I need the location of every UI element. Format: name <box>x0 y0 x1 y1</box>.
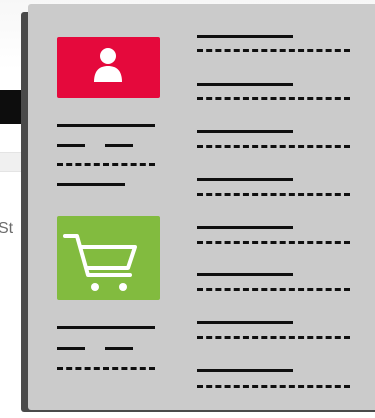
text-line <box>197 321 293 324</box>
text-line <box>197 369 293 372</box>
text-line <box>105 144 133 147</box>
text-line <box>57 347 85 350</box>
screenshot-stage: St <box>0 0 375 418</box>
text-line <box>197 178 293 181</box>
dashed-line <box>57 367 155 370</box>
shopping-cart-icon <box>63 234 137 291</box>
text-line <box>57 183 125 186</box>
dashed-line <box>197 49 350 52</box>
text-line <box>197 273 293 276</box>
text-line <box>105 347 133 350</box>
dashed-line <box>197 193 350 196</box>
background-partial-text: St <box>0 220 14 237</box>
dashed-line <box>197 385 350 388</box>
dashed-line <box>197 288 350 291</box>
text-line <box>197 35 293 38</box>
text-line <box>57 326 155 329</box>
dashed-line <box>57 163 155 166</box>
dashed-line <box>197 97 350 100</box>
text-line <box>57 144 85 147</box>
cart-tile <box>57 216 160 300</box>
text-line <box>197 130 293 133</box>
user-icon <box>94 48 122 82</box>
text-line <box>197 226 293 229</box>
text-line <box>197 83 293 86</box>
dashed-line <box>197 336 350 339</box>
text-line <box>57 124 155 127</box>
dashed-line <box>197 145 350 148</box>
user-tile <box>57 37 160 98</box>
dashed-line <box>197 241 350 244</box>
